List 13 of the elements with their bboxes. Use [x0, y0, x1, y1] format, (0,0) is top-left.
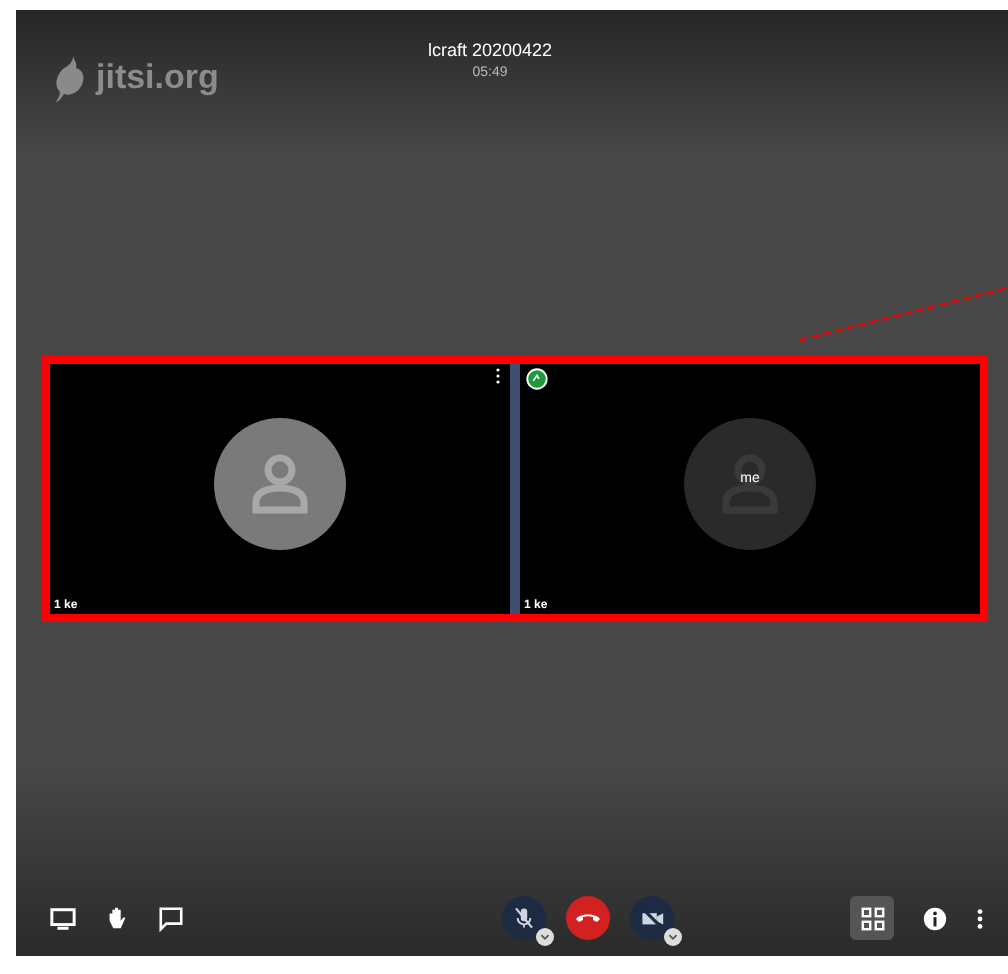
tile-view-button[interactable]: [850, 896, 894, 940]
hang-up-button[interactable]: [565, 896, 609, 940]
chat-icon[interactable]: [158, 905, 184, 931]
grid-icon: [859, 905, 885, 931]
more-icon[interactable]: [976, 905, 984, 931]
phone-icon: [575, 913, 599, 923]
chevron-icon[interactable]: [535, 928, 553, 946]
screen-share-icon[interactable]: [50, 905, 76, 931]
meeting-title: lcraft 20200422: [427, 40, 553, 60]
info-icon[interactable]: [922, 905, 948, 931]
logo-text: jitsi.org: [96, 58, 219, 98]
chevron-icon[interactable]: [663, 928, 681, 946]
raise-hand-icon[interactable]: [104, 905, 130, 931]
